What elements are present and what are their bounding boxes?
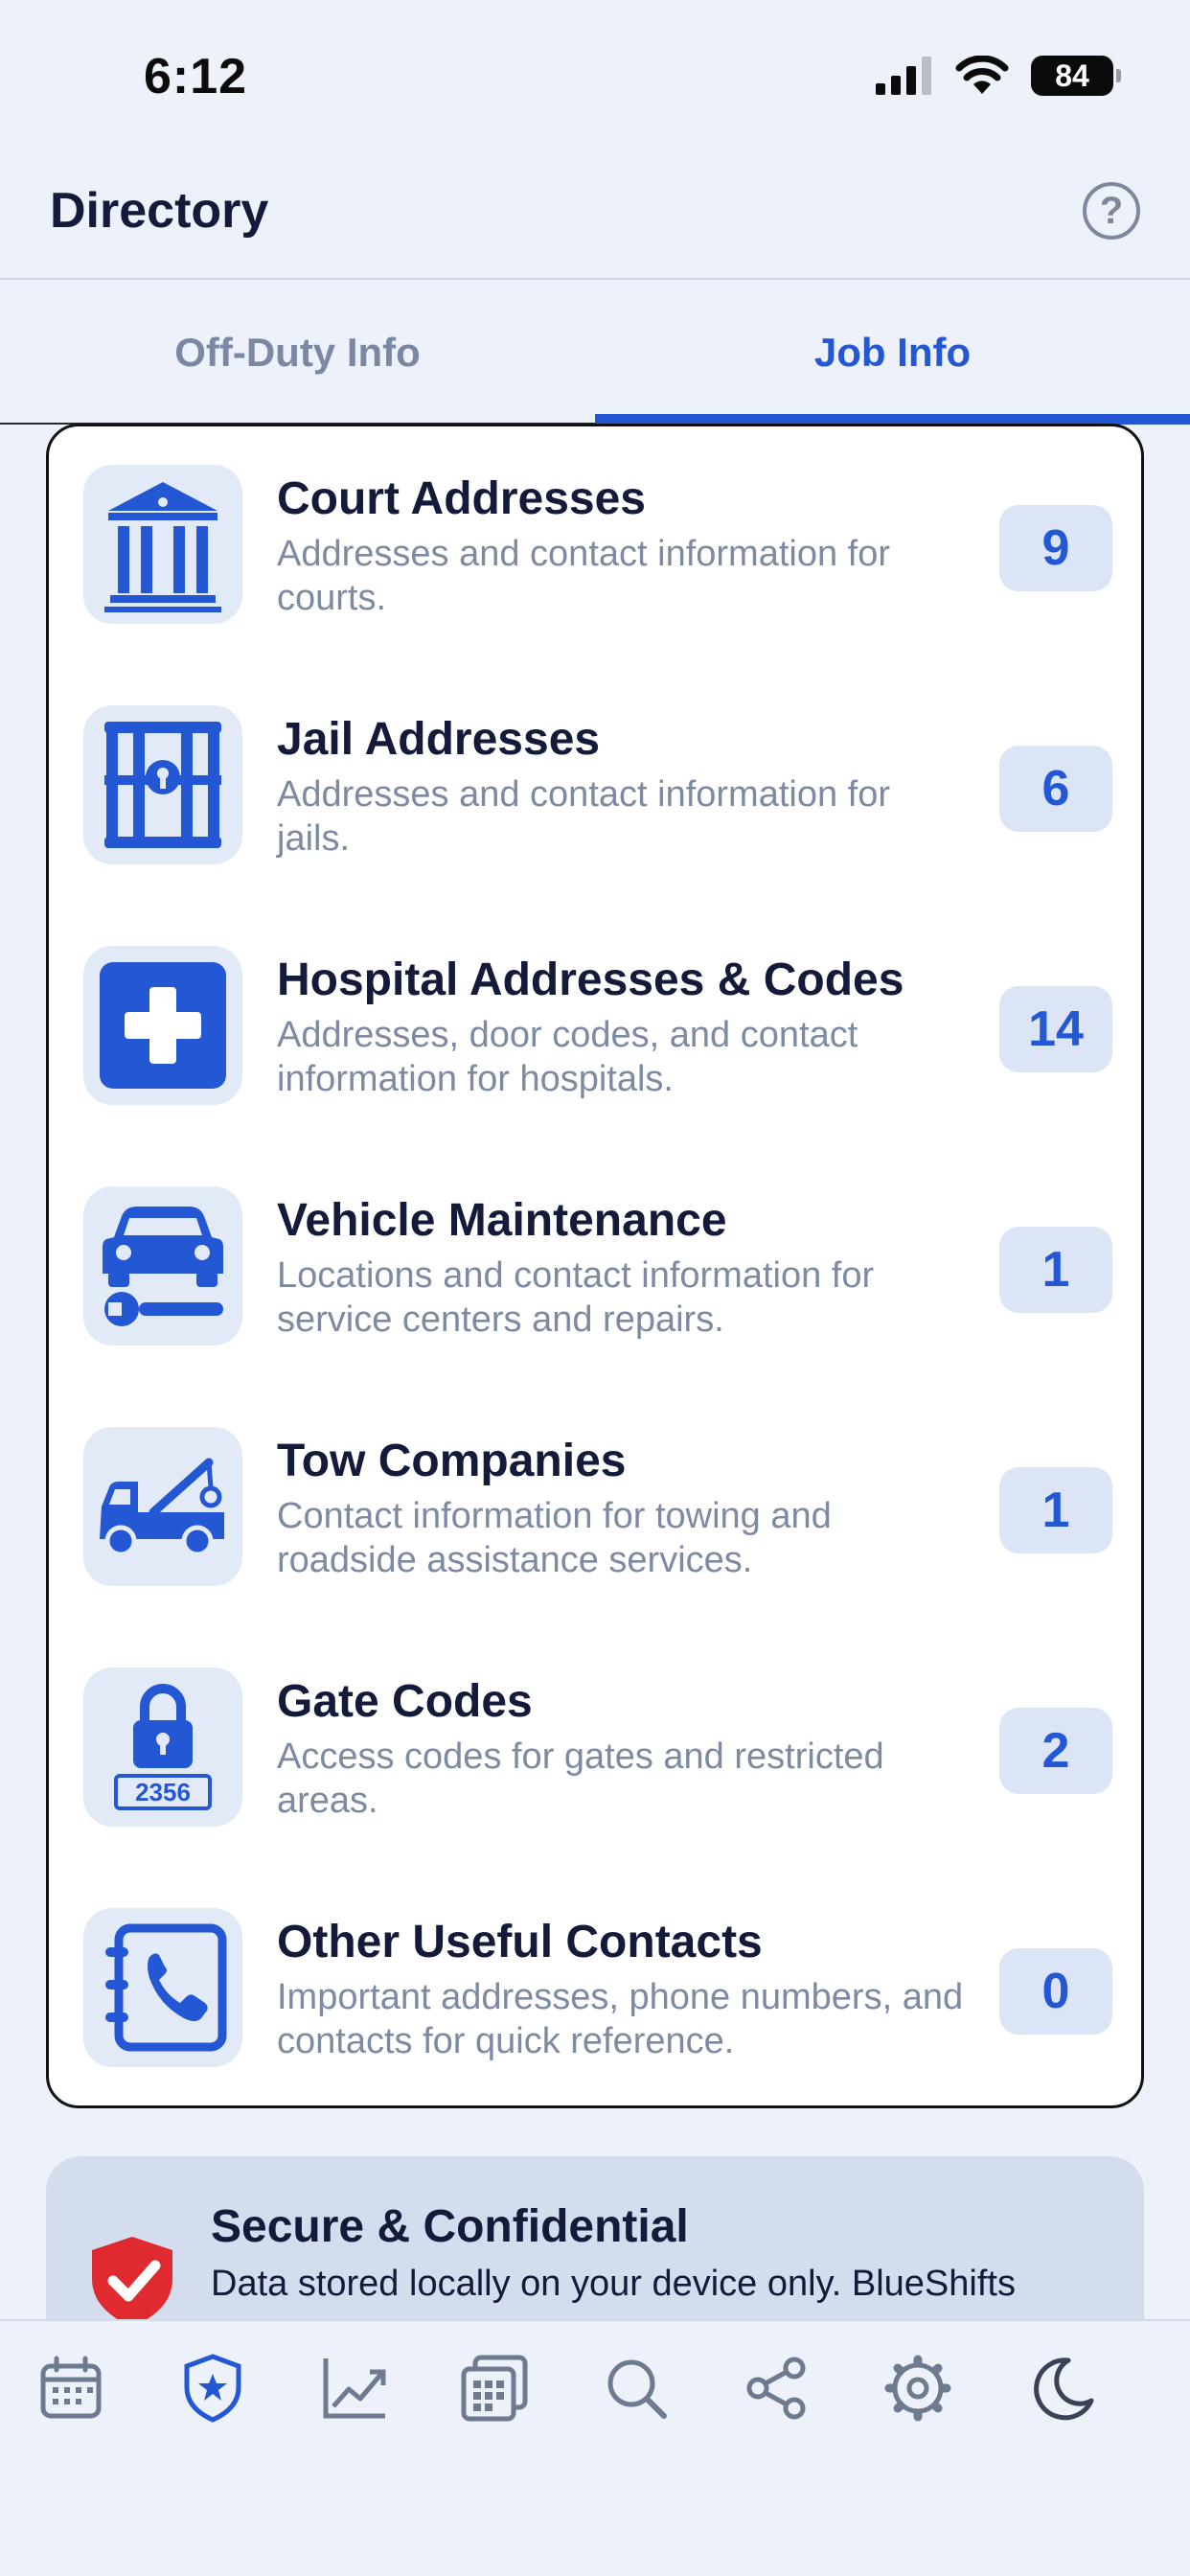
- row-description: Contact information for towing and roads…: [277, 1496, 832, 1580]
- count-badge: 9: [999, 505, 1112, 591]
- count-badge: 2: [999, 1708, 1112, 1794]
- directory-row-other-contacts[interactable]: Other Useful Contacts Important addresse…: [49, 1870, 1141, 2105]
- chart-line-icon: [323, 2358, 386, 2419]
- row-description: Addresses and contact information for ja…: [277, 774, 891, 859]
- row-title: Other Useful Contacts: [277, 1917, 763, 1967]
- wifi-icon: [955, 56, 1009, 94]
- help-button[interactable]: ?: [1083, 182, 1140, 240]
- bottom-tab-bar: [0, 2319, 1190, 2576]
- tab-theme[interactable]: [1025, 2350, 1102, 2426]
- tab-share[interactable]: [738, 2350, 814, 2426]
- search-icon: [607, 2359, 667, 2419]
- count-badge: 1: [999, 1227, 1112, 1313]
- directory-row-court[interactable]: Court Addresses Addresses and contact in…: [49, 426, 1141, 668]
- row-title: Tow Companies: [277, 1436, 627, 1486]
- row-description: Access codes for gates and restricted ar…: [277, 1736, 884, 1821]
- jail-icon: [83, 705, 242, 864]
- moon-icon: [1034, 2358, 1094, 2421]
- tab-job-info[interactable]: Job Info: [595, 280, 1190, 426]
- battery-indicator: 84: [1031, 56, 1121, 96]
- count-badge: 14: [999, 986, 1112, 1072]
- status-time: 6:12: [144, 49, 248, 104]
- tab-pay[interactable]: [456, 2350, 533, 2426]
- row-description: Addresses and contact information for co…: [277, 534, 891, 618]
- count-badge: 6: [999, 746, 1112, 832]
- app-header: Directory ?: [0, 144, 1190, 280]
- row-title: Gate Codes: [277, 1676, 533, 1727]
- courthouse-icon: [83, 465, 242, 624]
- count-badge: 1: [999, 1467, 1112, 1553]
- row-description: Locations and contact information for se…: [277, 1255, 875, 1340]
- gear-icon: [884, 2355, 951, 2422]
- tab-search[interactable]: [598, 2350, 675, 2426]
- directory-row-tow[interactable]: Tow Companies Contact information for to…: [49, 1389, 1141, 1630]
- pay-grid-icon: [461, 2355, 528, 2422]
- directory-row-jail[interactable]: Jail Addresses Addresses and contact inf…: [49, 667, 1141, 908]
- car-wrench-icon: [83, 1186, 242, 1346]
- hospital-icon: [83, 946, 242, 1105]
- gate-code-text: 2356: [135, 1778, 191, 1806]
- row-description: Important addresses, phone numbers, and …: [277, 1977, 964, 2061]
- tab-directory[interactable]: [174, 2350, 251, 2426]
- badge-star-icon: [184, 2354, 241, 2423]
- tab-off-duty-info[interactable]: Off-Duty Info: [0, 280, 595, 426]
- row-title: Hospital Addresses & Codes: [277, 954, 904, 1005]
- phone-book-icon: [83, 1908, 242, 2067]
- segmented-tabs: Off-Duty Info Job Info: [0, 280, 1190, 426]
- directory-row-hospital[interactable]: Hospital Addresses & Codes Addresses, do…: [49, 908, 1141, 1149]
- cellular-signal-icon: [876, 57, 931, 95]
- tab-calendar[interactable]: [33, 2350, 109, 2426]
- secure-title: Secure & Confidential: [211, 2201, 689, 2252]
- count-badge: 0: [999, 1948, 1112, 2035]
- directory-row-vehicle[interactable]: Vehicle Maintenance Locations and contac…: [49, 1148, 1141, 1390]
- row-description: Addresses, door codes, and contact infor…: [277, 1015, 858, 1099]
- directory-card: Court Addresses Addresses and contact in…: [46, 424, 1144, 2108]
- directory-row-gate-codes[interactable]: 2356 Gate Codes Access codes for gates a…: [49, 1629, 1141, 1871]
- tab-settings[interactable]: [880, 2350, 956, 2426]
- tow-truck-icon: [83, 1427, 242, 1586]
- page-title: Directory: [50, 183, 269, 239]
- secure-text: Data stored locally on your device only.…: [211, 2264, 1016, 2304]
- shield-check-icon: [92, 2237, 172, 2327]
- row-title: Vehicle Maintenance: [277, 1195, 727, 1246]
- share-icon: [746, 2357, 806, 2420]
- calendar-icon: [40, 2356, 102, 2419]
- padlock-code-icon: 2356: [83, 1668, 242, 1827]
- status-bar: 6:12 84: [0, 0, 1190, 144]
- row-title: Jail Addresses: [277, 714, 601, 765]
- row-title: Court Addresses: [277, 473, 646, 524]
- tab-stats[interactable]: [316, 2350, 393, 2426]
- status-icons: 84: [876, 56, 1121, 96]
